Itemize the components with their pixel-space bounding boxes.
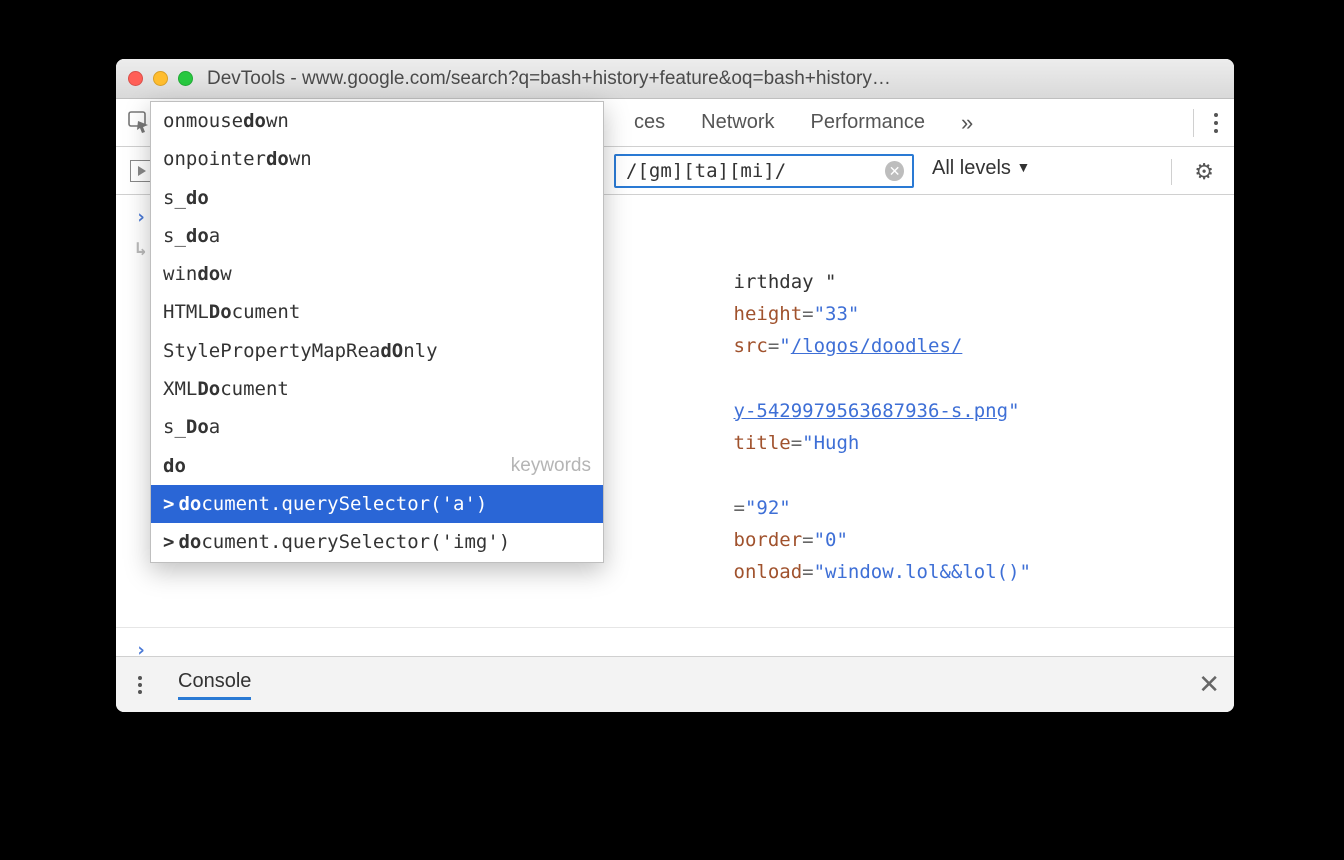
console-settings-icon[interactable]: ⚙ — [1171, 159, 1214, 185]
autocomplete-item[interactable]: s_Doa — [151, 408, 603, 446]
close-window-button[interactable] — [128, 71, 143, 86]
log-levels-label: All levels — [932, 157, 1011, 179]
autocomplete-item[interactable]: window — [151, 255, 603, 293]
tab-network[interactable]: Network — [683, 111, 792, 134]
autocomplete-item[interactable]: s_doa — [151, 217, 603, 255]
console-filter-box: ✕ — [614, 154, 914, 188]
tab-performance[interactable]: Performance — [792, 111, 943, 134]
autocomplete-item[interactable]: StylePropertyMapReadOnly — [151, 332, 603, 370]
autocomplete-item[interactable]: onpointerdown — [151, 140, 603, 178]
titlebar: DevTools - www.google.com/search?q=bash+… — [116, 59, 1234, 99]
autocomplete-item[interactable]: HTMLDocument — [151, 293, 603, 331]
autocomplete-item[interactable]: s_do — [151, 179, 603, 217]
autocomplete-popup: onmousedownonpointerdowns_dos_doawindowH… — [150, 101, 604, 563]
tabs-overflow-button[interactable]: » — [943, 110, 991, 136]
minimize-window-button[interactable] — [153, 71, 168, 86]
src-link-1[interactable]: /logos/doodles/ — [791, 335, 963, 357]
execution-context-icon[interactable] — [130, 160, 152, 182]
return-arrow-icon: ↲ — [130, 233, 152, 265]
devtools-window: DevTools - www.google.com/search?q=bash+… — [116, 59, 1234, 712]
log-levels-dropdown[interactable]: All levels ▼ — [932, 157, 1030, 180]
drawer-tab-console[interactable]: Console — [178, 670, 251, 700]
settings-menu-button[interactable] — [1193, 109, 1216, 137]
autocomplete-item[interactable]: dokeywords — [151, 447, 603, 485]
window-controls — [128, 71, 193, 86]
autocomplete-item[interactable]: XMLDocument — [151, 370, 603, 408]
src-link-2[interactable]: y-5429979563687936-s.png — [734, 400, 1009, 422]
window-title: DevTools - www.google.com/search?q=bash+… — [207, 68, 1222, 90]
prompt-chevron-icon: › — [130, 201, 152, 233]
drawer-close-icon[interactable]: ✕ — [1198, 669, 1220, 700]
tab-sources-partial[interactable]: ces — [616, 111, 683, 134]
drawer: Console ✕ — [116, 656, 1234, 712]
autocomplete-item[interactable]: >document.querySelector('a') — [151, 485, 603, 523]
clear-filter-icon[interactable]: ✕ — [885, 161, 904, 181]
chevron-down-icon: ▼ — [1016, 159, 1030, 175]
autocomplete-item[interactable]: onmousedown — [151, 102, 603, 140]
inspect-element-icon[interactable] — [128, 111, 152, 133]
console-filter-input[interactable] — [626, 160, 885, 182]
drawer-menu-button[interactable] — [130, 676, 150, 694]
autocomplete-item[interactable]: >document.querySelector('img') — [151, 523, 603, 561]
zoom-window-button[interactable] — [178, 71, 193, 86]
console-body: onmousedownonpointerdowns_dos_doawindowH… — [116, 195, 1234, 655]
